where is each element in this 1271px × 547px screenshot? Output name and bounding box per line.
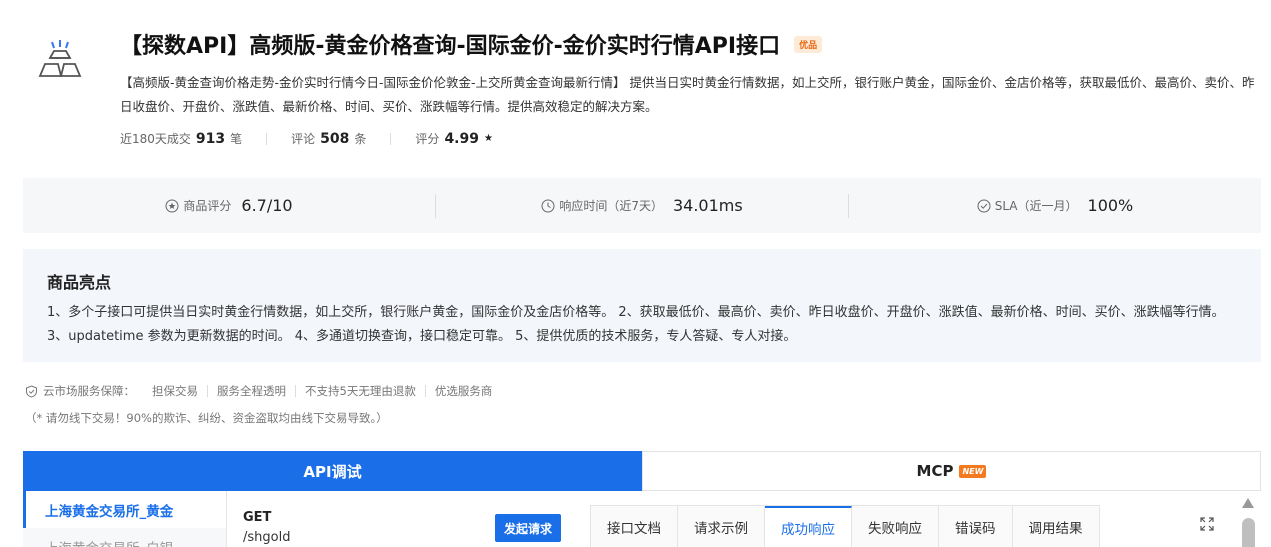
- tab-mcp[interactable]: MCP NEW: [642, 451, 1261, 491]
- tab-api-debug[interactable]: API调试: [23, 451, 642, 491]
- tab-error-codes[interactable]: 错误码: [939, 506, 1013, 547]
- product-stats: 近180天成交 913 笔 评论 508 条 评分 4.99 ★: [120, 130, 493, 147]
- stat-deals-value: 913: [195, 130, 226, 147]
- api-list: 上海黄金交易所_黄金 上海黄金交易所_白银: [23, 491, 227, 547]
- guarantee-label: 云市场服务保障：: [43, 384, 135, 398]
- tab-failure-response[interactable]: 失败响应: [852, 506, 939, 547]
- metric-rating-label: 商品评分: [183, 199, 232, 213]
- http-method: GET: [243, 510, 272, 525]
- shield-check-icon: [26, 384, 37, 398]
- fullscreen-icon[interactable]: [1200, 517, 1214, 531]
- metric-rating-value: 6.7/10: [241, 196, 293, 215]
- stat-deals-label: 近180天成交: [120, 132, 191, 146]
- tab-api-docs[interactable]: 接口文档: [591, 506, 678, 547]
- divider: [390, 132, 392, 145]
- tab-success-response[interactable]: 成功响应: [765, 506, 852, 547]
- divider: [266, 132, 268, 145]
- stat-comments-label: 评论: [291, 132, 316, 146]
- guarantee-item: 服务全程透明: [208, 385, 296, 397]
- service-guarantee: 云市场服务保障： 担保交易 服务全程透明 不支持5天无理由退款 优选服务商: [25, 383, 501, 399]
- debug-tabbar: API调试 MCP NEW: [23, 451, 1261, 491]
- stat-comments-value: 508: [320, 130, 350, 147]
- premium-badge: 优品: [794, 35, 823, 53]
- highlights-text: 1、多个子接口可提供当日实时黄金行情数据，如上交所，银行账户黄金，国际金价及金店…: [47, 305, 1225, 344]
- product-title: 【探数API】高频版-黄金价格查询-国际金价-金价实时行情API接口: [120, 34, 781, 59]
- product-title-row: 【探数API】高频版-黄金价格查询-国际金价-金价实时行情API接口 优品: [120, 28, 823, 60]
- stat-comments[interactable]: 评论 508 条: [291, 130, 366, 147]
- guarantee-item: 优选服务商: [434, 384, 493, 398]
- metric-sla-value: 100%: [1087, 196, 1134, 215]
- tab-mcp-label: MCP: [916, 462, 954, 480]
- star-icon: ★: [483, 133, 493, 144]
- stat-comments-unit: 条: [354, 132, 367, 146]
- send-request-button[interactable]: 发起请求: [495, 514, 561, 542]
- scroll-up-arrow-icon[interactable]: [1241, 497, 1255, 509]
- new-badge: NEW: [959, 464, 987, 478]
- metric-response-label: 响应时间（近7天）: [559, 199, 663, 213]
- gold-bar-logo-icon: [38, 40, 82, 77]
- api-list-item-silver[interactable]: 上海黄金交易所_白银: [23, 528, 226, 547]
- guarantee-item: 担保交易: [143, 385, 208, 397]
- highlights-panel: 商品亮点 1、多个子接口可提供当日实时黄金行情数据，如上交所，银行账户黄金，国际…: [23, 249, 1261, 362]
- result-tabs: 接口文档 请求示例 成功响应 失败响应 错误码 调用结果: [590, 505, 1100, 547]
- tab-request-example[interactable]: 请求示例: [678, 506, 765, 547]
- offline-trade-warning: （* 请勿线下交易！90%的欺诈、纠纷、资金盗取均由线下交易导致。）: [25, 411, 388, 425]
- stat-rating: 评分 4.99 ★: [415, 130, 493, 147]
- metric-rating: 商品评分 6.7/10: [23, 196, 435, 215]
- tab-call-result[interactable]: 调用结果: [1012, 506, 1099, 547]
- endpoint-path: /shgold: [243, 530, 291, 545]
- metrics-bar: 商品评分 6.7/10 响应时间（近7天） 34.01ms SLA（近一月） 1…: [23, 178, 1261, 233]
- stat-rating-value: 4.99: [444, 130, 479, 147]
- metric-response-value: 34.01ms: [672, 196, 743, 215]
- check-circle-icon: [977, 199, 991, 212]
- scrollbar-thumb[interactable]: [1242, 518, 1255, 547]
- stat-deals-unit: 笔: [230, 132, 243, 146]
- metric-sla-label: SLA（近一月）: [994, 199, 1078, 213]
- clock-icon: [541, 199, 555, 212]
- stat-rating-label: 评分: [415, 132, 440, 146]
- metric-response-time: 响应时间（近7天） 34.01ms: [436, 196, 848, 215]
- product-description: 【高频版-黄金查询价格走势-金价实时行情今日-国际金价伦敦金-上交所黄金查询最新…: [120, 75, 1255, 114]
- guarantee-item: 不支持5天无理由退款: [296, 385, 426, 397]
- stat-deals: 近180天成交 913 笔: [120, 130, 242, 147]
- metric-sla: SLA（近一月） 100%: [849, 196, 1261, 215]
- star-circle-icon: [165, 199, 179, 212]
- highlights-title: 商品亮点: [47, 273, 112, 292]
- api-list-item-gold[interactable]: 上海黄金交易所_黄金: [23, 491, 226, 528]
